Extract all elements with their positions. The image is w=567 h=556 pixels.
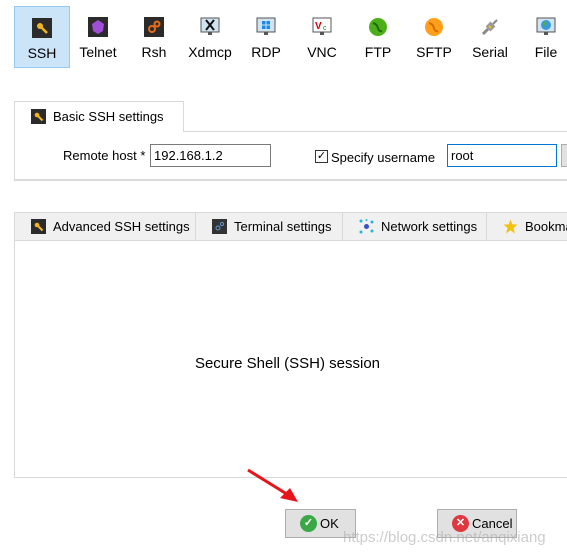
session-description: Secure Shell (SSH) session xyxy=(194,355,381,372)
remote-host-label: Remote host * xyxy=(63,148,146,163)
key-icon xyxy=(31,219,46,234)
svg-text:c: c xyxy=(323,25,327,32)
tab-network-settings[interactable]: Network settings xyxy=(342,212,487,241)
user-manager-button[interactable] xyxy=(561,144,567,167)
ftp-globe-icon xyxy=(369,18,387,36)
tab-terminal-settings[interactable]: Terminal settings xyxy=(195,212,343,241)
terminal-gears-icon xyxy=(212,219,227,234)
rsh-gears-icon xyxy=(144,17,164,37)
serial-plug-icon xyxy=(481,19,498,36)
sftp-globe-icon xyxy=(425,18,443,36)
rdp-monitor-icon xyxy=(256,17,276,35)
session-type-serial[interactable]: Serial xyxy=(462,6,518,68)
vnc-monitor-icon: Vc xyxy=(312,17,332,35)
remote-host-input[interactable] xyxy=(150,144,271,167)
network-icon xyxy=(359,219,374,234)
session-type-ftp[interactable]: FTP xyxy=(350,6,406,68)
session-type-telnet[interactable]: Telnet xyxy=(70,6,126,68)
session-type-rdp[interactable]: RDP xyxy=(238,6,294,68)
specify-username-checkbox[interactable]: ✓ xyxy=(315,150,328,163)
advanced-settings-panel: Secure Shell (SSH) session xyxy=(14,240,567,478)
watermark: https://blog.csdn.net/anqixiang xyxy=(343,529,546,546)
red-arrow-annotation xyxy=(247,468,298,502)
specify-username-label: Specify username xyxy=(331,150,436,165)
session-type-rsh[interactable]: Rsh xyxy=(126,6,182,68)
checkmark-icon: ✓ xyxy=(300,515,317,532)
username-input[interactable] xyxy=(447,144,557,167)
svg-text:V: V xyxy=(315,21,322,32)
key-icon xyxy=(31,109,46,124)
tab-bookmark-settings[interactable]: Bookmark settings xyxy=(486,212,567,241)
file-monitor-icon xyxy=(536,17,556,35)
session-type-vnc[interactable]: Vc VNC xyxy=(294,6,350,68)
tab-advanced-ssh-settings[interactable]: Advanced SSH settings xyxy=(14,212,196,241)
tab-basic-ssh-settings[interactable]: Basic SSH settings xyxy=(14,101,184,132)
session-type-sftp[interactable]: SFTP xyxy=(406,6,462,68)
telnet-gem-icon xyxy=(88,17,108,37)
key-icon xyxy=(32,18,52,38)
star-icon xyxy=(503,219,518,234)
xdmcp-monitor-icon xyxy=(200,17,220,35)
session-type-file[interactable]: File xyxy=(518,6,567,68)
session-type-xdmcp[interactable]: Xdmcp xyxy=(182,6,238,68)
session-type-ssh[interactable]: SSH xyxy=(14,6,70,68)
